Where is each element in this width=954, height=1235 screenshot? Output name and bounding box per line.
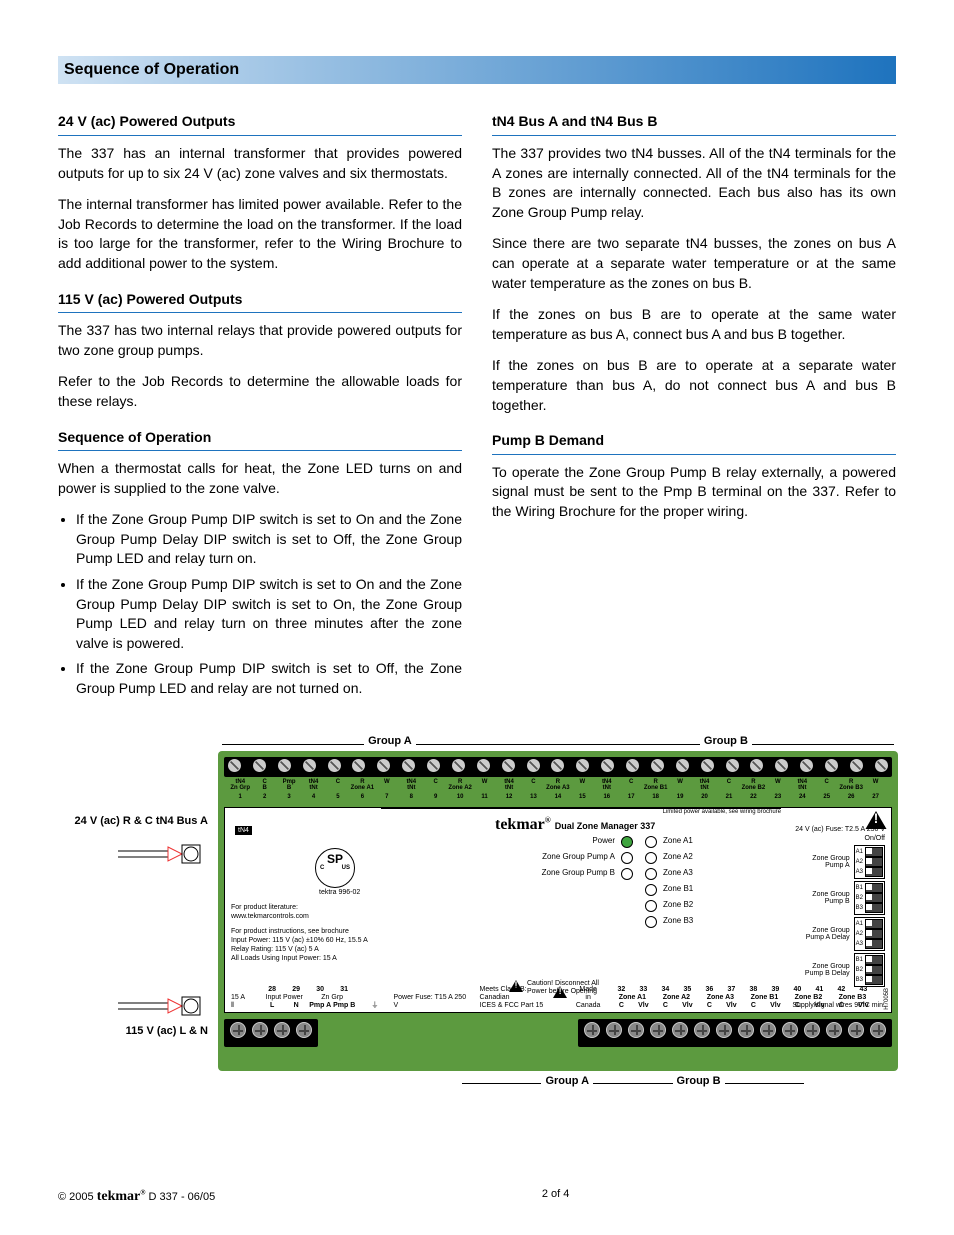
bullet: If the Zone Group Pump DIP switch is set… [76, 510, 462, 569]
caution-icon [553, 986, 566, 998]
section-header-bar: Sequence of Operation [58, 56, 896, 84]
terminal-screw [676, 759, 689, 772]
right-column: tN4 Bus A and tN4 Bus B The 337 provides… [492, 96, 896, 710]
top-terminal-labels: tN4 Zn GrpC BPmp BtN4 tNtC R Zone A1W tN… [224, 777, 892, 794]
terminal-screw [775, 759, 788, 772]
tektra-code: tektra 996-02 [319, 888, 401, 897]
terminal-screw [726, 759, 739, 772]
bullet-list: If the Zone Group Pump DIP switch is set… [58, 510, 462, 698]
footer-left: © 2005 tekmar® D 337 - 06/05 [58, 1187, 215, 1207]
subhead-115v: 115 V (ac) Powered Outputs [58, 290, 462, 314]
para: The 337 has two internal relays that pro… [58, 321, 462, 360]
terminal-screw [278, 759, 291, 772]
para: The 337 provides two tN4 busses. All of … [492, 144, 896, 222]
terminal-screw [328, 759, 341, 772]
para: Since there are two separate tN4 busses,… [492, 234, 896, 293]
left-column: 24 V (ac) Powered Outputs The 337 has an… [58, 96, 462, 710]
dip-switch-block: 24 V (ac) Fuse: T2.5 A 250 V On/Off Zone… [735, 826, 885, 989]
page-footer: © 2005 tekmar® D 337 - 06/05 2 of 4 [58, 1187, 896, 1207]
bullet: If the Zone Group Pump DIP switch is set… [76, 659, 462, 698]
side-label-115v: 115 V (ac) L & N [58, 1025, 208, 1038]
fuse-24v-note: 24 V (ac) Fuse: T2.5 A 250 V [735, 826, 885, 834]
tn4-arrow-icon: tN4 [235, 826, 252, 836]
group-a-label: Group A [545, 1075, 589, 1087]
brand-name: tekmar® Dual Zone Manager 337 [495, 816, 655, 834]
terminal-screw [477, 759, 490, 772]
wiring-diagram: Group A Group B 24 V (ac) R & C tN4 Bus … [58, 735, 896, 1115]
terminal-screw [601, 759, 614, 772]
para: When a thermostat calls for heat, the Zo… [58, 459, 462, 498]
certification-mark-icon: SP CUS [315, 848, 355, 888]
terminal-screw [452, 759, 465, 772]
terminal-screw [651, 759, 664, 772]
product-instructions: For product instructions, see brochure I… [231, 927, 401, 963]
para: The internal transformer has limited pow… [58, 195, 462, 273]
white-info-panel: Limited power available, see wiring broc… [224, 807, 892, 1013]
terminal-screw [626, 759, 639, 772]
group-a-label: Group A [368, 735, 412, 747]
subhead-pumpb-demand: Pump B Demand [492, 431, 896, 455]
terminal-screw [502, 759, 515, 772]
subhead-24v: 24 V (ac) Powered Outputs [58, 112, 462, 136]
product-text-block: tektra 996-02 For product literature: ww… [231, 888, 401, 964]
terminal-screw [427, 759, 440, 772]
terminal-screw [352, 759, 365, 772]
para: The 337 has an internal transformer that… [58, 144, 462, 183]
bottom-terminal-info: 15 A ⫴ 28293031 Input PowerZn Grp LNPmp … [231, 986, 891, 1009]
terminal-screw [701, 759, 714, 772]
terminal-screw [850, 759, 863, 772]
top-terminal-numbers: 1234567891011121314151617181920212223242… [224, 794, 892, 801]
product-literature: For product literature: www.tekmarcontro… [231, 903, 401, 921]
para: Refer to the Job Records to determine th… [58, 372, 462, 411]
terminal-screw [253, 759, 266, 772]
terminal-screw [551, 759, 564, 772]
plug-top-icon [118, 843, 208, 872]
limited-power-note: Limited power available, see wiring broc… [381, 808, 781, 816]
subhead-tn4: tN4 Bus A and tN4 Bus B [492, 112, 896, 136]
power-fuse-note: Power Fuse: T15 A 250 V [393, 994, 469, 1009]
ground-icon: ⏚ [366, 1002, 383, 1010]
top-group-labels: Group A Group B [218, 735, 898, 747]
left-led-column: PowerZone Group Pump AZone Group Pump B [505, 836, 633, 884]
fifteen-amp: 15 A [231, 994, 250, 1002]
terminal-screw [303, 759, 316, 772]
terminal-screw [576, 759, 589, 772]
board-pcb: tN4 Zn GrpC BPmp BtN4 tNtC R Zone A1W tN… [218, 751, 898, 1071]
resistor-icon: ⫴ [231, 1002, 250, 1010]
terminal-screw [377, 759, 390, 772]
terminal-screw [800, 759, 813, 772]
terminal-screw [402, 759, 415, 772]
two-column-body: 24 V (ac) Powered Outputs The 337 has an… [58, 96, 896, 710]
side-code: H7005B [884, 988, 891, 1010]
terminal-screw [825, 759, 838, 772]
terminal-screw [750, 759, 763, 772]
subhead-sequence: Sequence of Operation [58, 428, 462, 452]
group-b-label: Group B [677, 1075, 721, 1087]
bottom-group-labels: Group A Group B [458, 1075, 808, 1087]
terminal-screw [875, 759, 888, 772]
terminal-screw [527, 759, 540, 772]
footer-page: 2 of 4 [542, 1187, 570, 1207]
para: If the zones on bus B are to operate at … [492, 305, 896, 344]
para: To operate the Zone Group Pump B relay e… [492, 463, 896, 522]
group-b-label: Group B [704, 735, 748, 747]
side-label-24v: 24 V (ac) R & C tN4 Bus A [58, 815, 208, 828]
onoff-label: On/Off [735, 835, 885, 843]
plug-bottom-icon [118, 995, 208, 1024]
bullet: If the Zone Group Pump DIP switch is set… [76, 575, 462, 653]
right-led-column: Zone A1Zone A2Zone A3Zone B1Zone B2Zone … [645, 836, 693, 932]
terminal-screw [228, 759, 241, 772]
top-terminal-row [224, 757, 892, 777]
para: If the zones on bus B are to operate at … [492, 356, 896, 415]
bottom-terminal-row [224, 1019, 892, 1047]
